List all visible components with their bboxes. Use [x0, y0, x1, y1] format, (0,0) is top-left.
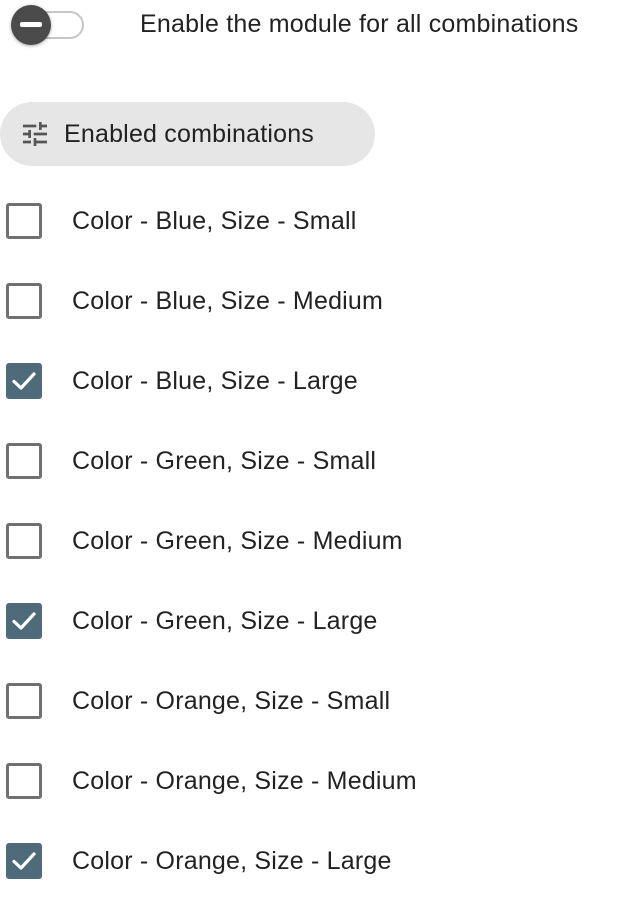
enabled-combinations-label: Enabled combinations [64, 120, 314, 148]
combination-item[interactable]: Color - Blue, Size - Small [0, 182, 644, 262]
module-toggle-row: Enable the module for all combinations [0, 0, 644, 50]
combination-checkbox[interactable] [6, 283, 42, 319]
combination-label: Color - Orange, Size - Large [72, 847, 392, 875]
combination-checkbox[interactable] [6, 603, 42, 639]
combination-item[interactable]: Color - Orange, Size - Large [0, 822, 644, 902]
combination-item[interactable]: Color - Green, Size - Medium [0, 502, 644, 582]
combination-item[interactable]: Color - Orange, Size - Medium [0, 742, 644, 822]
combination-label: Color - Blue, Size - Large [72, 367, 358, 395]
combination-label: Color - Green, Size - Large [72, 607, 378, 635]
module-toggle-label: Enable the module for all combinations [140, 10, 579, 38]
combination-label: Color - Green, Size - Medium [72, 527, 403, 555]
combination-checkbox[interactable] [6, 683, 42, 719]
module-toggle-switch[interactable] [11, 5, 51, 45]
combination-checkbox[interactable] [6, 363, 42, 399]
combination-label: Color - Orange, Size - Medium [72, 767, 417, 795]
combination-label: Color - Blue, Size - Medium [72, 287, 384, 315]
tune-sliders-icon [19, 118, 51, 150]
combination-label: Color - Green, Size - Small [72, 447, 377, 475]
combination-label: Color - Orange, Size - Small [72, 687, 391, 715]
combination-item[interactable]: Color - Green, Size - Large [0, 582, 644, 662]
combination-checkbox[interactable] [6, 523, 42, 559]
combination-item[interactable]: Color - Green, Size - Small [0, 422, 644, 502]
enabled-combinations-chip[interactable]: Enabled combinations [0, 102, 375, 166]
combination-label: Color - Blue, Size - Small [72, 207, 357, 235]
combination-item[interactable]: Color - Blue, Size - Medium [0, 262, 644, 342]
combination-checkbox[interactable] [6, 763, 42, 799]
combination-checkbox[interactable] [6, 443, 42, 479]
combination-item[interactable]: Color - Orange, Size - Small [0, 662, 644, 742]
combination-checkbox[interactable] [6, 843, 42, 879]
combination-checkbox[interactable] [6, 203, 42, 239]
combination-item[interactable]: Color - Blue, Size - Large [0, 342, 644, 422]
